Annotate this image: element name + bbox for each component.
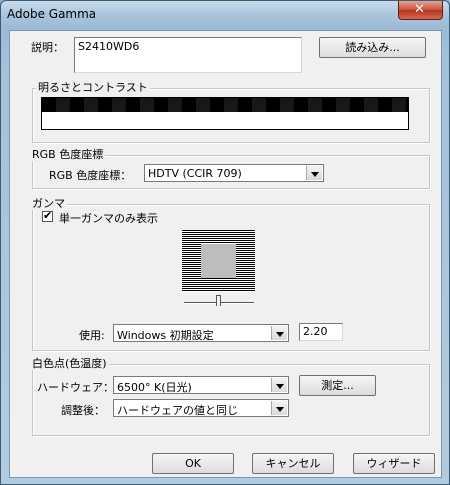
load-button[interactable]: 読み込み... bbox=[319, 37, 426, 58]
window-title: Adobe Gamma bbox=[7, 7, 97, 21]
gamma-slider-thumb[interactable] bbox=[216, 295, 221, 306]
brightness-legend: 明るさとコントラスト bbox=[36, 81, 150, 94]
phosphors-value: HDTV (CCIR 709) bbox=[148, 167, 242, 180]
adjusted-select[interactable]: ハードウェアの値と同じ bbox=[113, 399, 289, 417]
gamma-pattern bbox=[182, 230, 255, 292]
brightness-pattern bbox=[42, 98, 408, 112]
close-button[interactable]: ✕ bbox=[398, 1, 443, 20]
hardware-value: 6500° K(日光) bbox=[117, 381, 192, 394]
use-label: 使用: bbox=[79, 329, 105, 342]
white-point-legend: 白色点(色温度) bbox=[30, 357, 109, 370]
adobe-gamma-window: Adobe Gamma ✕ 説明： S2410WD6 読み込み... 明るさとコ… bbox=[0, 0, 450, 485]
chevron-down-icon bbox=[271, 378, 287, 392]
use-select[interactable]: Windows 初期設定 bbox=[113, 324, 289, 342]
description-label: 説明： bbox=[31, 41, 64, 54]
chevron-down-icon bbox=[271, 326, 287, 340]
phosphors-select[interactable]: HDTV (CCIR 709) bbox=[144, 164, 324, 182]
brightness-preview bbox=[41, 97, 409, 130]
adjusted-label: 調整後： bbox=[61, 404, 105, 417]
hardware-select[interactable]: 6500° K(日光) bbox=[113, 376, 289, 394]
chevron-down-icon bbox=[271, 401, 287, 415]
hardware-label: ハードウェア： bbox=[37, 381, 114, 394]
cancel-button[interactable]: キャンセル bbox=[252, 453, 334, 474]
phosphors-label: RGB 色度座標： bbox=[49, 169, 132, 182]
description-field[interactable]: S2410WD6 bbox=[74, 37, 302, 73]
chevron-down-icon bbox=[306, 166, 322, 180]
use-value: Windows 初期設定 bbox=[117, 329, 214, 342]
wizard-button[interactable]: ウィザード bbox=[353, 453, 435, 474]
measure-button[interactable]: 測定... bbox=[299, 375, 376, 396]
dialog-client: 説明： S2410WD6 読み込み... 明るさとコントラスト RGB 色度座標… bbox=[9, 30, 442, 478]
phosphors-legend: RGB 色度座標 bbox=[30, 148, 106, 161]
gamma-midtone-box bbox=[201, 244, 236, 278]
single-gamma-label: 単一ガンマのみ表示 bbox=[59, 212, 158, 225]
checkmark-icon: ✔ bbox=[43, 209, 53, 222]
ok-button[interactable]: OK bbox=[152, 453, 234, 474]
gamma-value-field[interactable]: 2.20 bbox=[299, 323, 343, 341]
close-icon: ✕ bbox=[414, 2, 425, 17]
adjusted-value: ハードウェアの値と同じ bbox=[117, 404, 238, 417]
single-gamma-checkbox[interactable]: ✔ bbox=[42, 209, 53, 222]
